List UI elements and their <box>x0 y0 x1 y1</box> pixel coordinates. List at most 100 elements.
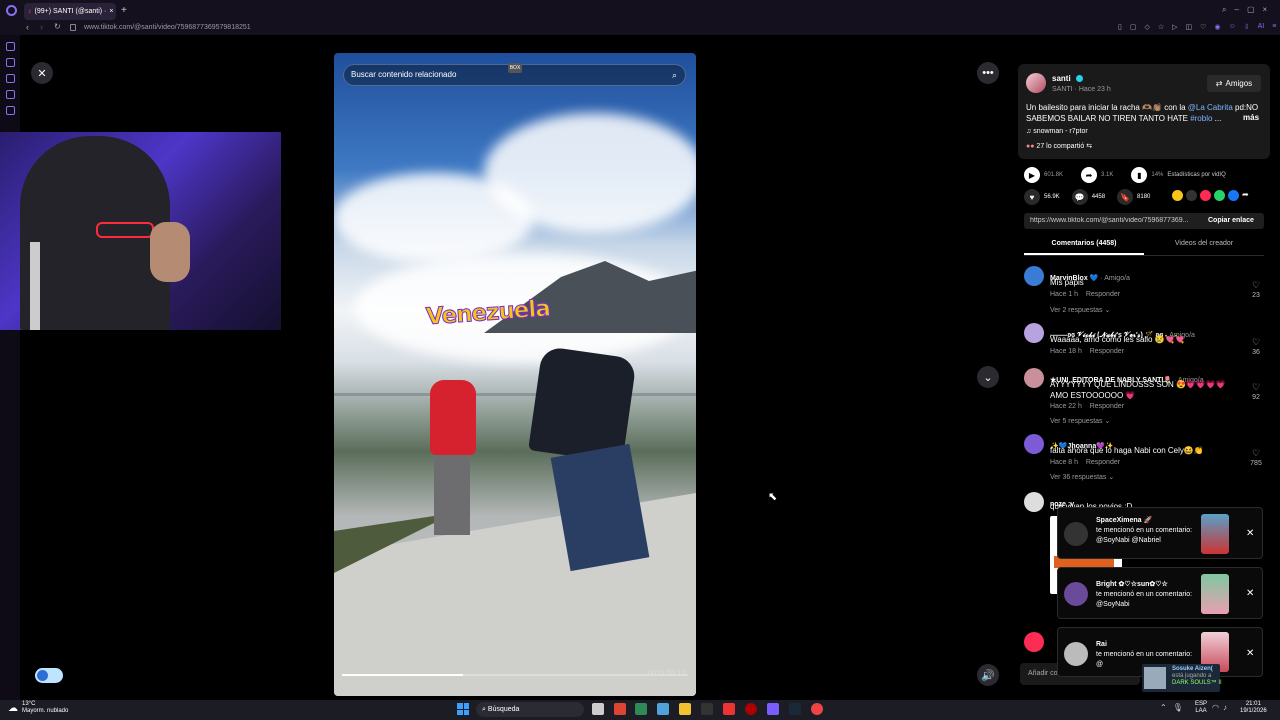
overlay-toggle[interactable] <box>35 668 63 683</box>
video-link-text[interactable]: https://www.tiktok.com/@santi/video/7596… <box>1030 217 1200 224</box>
shield-icon[interactable]: ◇ <box>1144 23 1149 31</box>
forward-icon[interactable]: › <box>40 22 43 32</box>
steam-toast[interactable]: Sosuke Aizen( está jugando a DARK SOULS™… <box>1142 664 1222 692</box>
more-link[interactable]: más <box>1243 113 1259 122</box>
comment-like-icon[interactable]: ♡ <box>1252 448 1260 459</box>
task-view-icon[interactable] <box>592 703 604 715</box>
commenter-avatar[interactable] <box>1024 434 1044 454</box>
music-row[interactable]: ♫ snowman - r7ptor <box>1026 128 1088 135</box>
extension-icon[interactable]: ▯ <box>1118 23 1122 31</box>
sidebar-icon-2[interactable] <box>6 58 15 67</box>
commenter-avatar[interactable] <box>1024 266 1044 286</box>
steam-icon[interactable] <box>789 703 801 715</box>
bookmark-icon[interactable]: 🔖 <box>1117 189 1134 205</box>
volume-icon[interactable]: ♪ <box>1223 703 1227 712</box>
download-icon[interactable]: ⇩ <box>1244 23 1250 31</box>
sidebar-icon-3[interactable] <box>6 74 15 83</box>
more-options-button[interactable]: ••• <box>977 62 999 84</box>
caption-hashtag[interactable]: #roblo <box>1190 114 1212 123</box>
app-icon[interactable] <box>614 703 626 715</box>
search-icon[interactable]: ⌕ <box>1222 5 1226 15</box>
clock[interactable]: 21:01 19/1/2026 <box>1240 701 1267 715</box>
tab-comments[interactable]: Comentarios (4458) <box>1024 240 1144 247</box>
vscode-icon[interactable] <box>657 703 669 715</box>
author-name[interactable]: santi <box>1052 74 1071 83</box>
video-player[interactable] <box>334 53 696 696</box>
wifi-icon[interactable]: ◠ <box>1212 703 1219 712</box>
discord-icon[interactable] <box>767 703 779 715</box>
shared-row[interactable]: ●● 27 lo compartió ⇆ <box>1026 142 1092 150</box>
start-button[interactable] <box>457 703 469 715</box>
author-avatar[interactable] <box>1026 73 1046 93</box>
share-arrow-icon[interactable]: ➦ <box>1242 190 1253 201</box>
volume-button[interactable]: 🔊 <box>977 664 999 686</box>
opera-icon[interactable] <box>745 703 757 715</box>
maximize-icon[interactable]: ▢ <box>1247 5 1255 15</box>
engagement-row: ♥ 56.9K 💬 4458 🔖 8180 <box>1024 189 1150 205</box>
chrome-icon[interactable] <box>811 703 823 715</box>
tab-creator-videos[interactable]: Videos del creador <box>1144 240 1264 247</box>
embed-icon[interactable] <box>1186 190 1197 201</box>
file-explorer-icon[interactable] <box>679 703 691 715</box>
bookmark-icon[interactable]: ☆ <box>1158 23 1164 31</box>
view-replies-button[interactable]: Ver 36 respuestas ⌄ <box>1050 473 1114 481</box>
new-tab-button[interactable]: + <box>121 5 127 16</box>
camera-icon[interactable]: ◫ <box>1186 23 1193 31</box>
friends-button[interactable]: ⇄ Amigos <box>1207 75 1261 92</box>
reply-button[interactable]: Responder <box>1090 348 1124 355</box>
minecraft-icon[interactable] <box>635 703 647 715</box>
reload-icon[interactable]: ↻ <box>54 22 61 31</box>
comment-like-icon[interactable]: ♡ <box>1252 280 1260 291</box>
comment-like-icon[interactable]: ♡ <box>1252 337 1260 348</box>
menu-icon[interactable]: ≡ <box>1272 23 1276 31</box>
comment-like-icon[interactable]: ♡ <box>1252 382 1260 393</box>
ai-icon[interactable]: AI <box>1258 23 1265 31</box>
close-video-button[interactable]: ✕ <box>31 62 53 84</box>
close-tab-icon[interactable]: × <box>109 8 113 15</box>
browser-tab[interactable]: ♪ (99+) SANTI (@santi) · × <box>24 3 116 20</box>
minimize-icon[interactable]: – <box>1234 5 1238 15</box>
copy-link-button[interactable]: Copiar enlace <box>1208 217 1254 224</box>
heart-icon[interactable]: ♡ <box>1200 23 1206 31</box>
app-red-icon[interactable] <box>723 703 735 715</box>
coin-icon[interactable] <box>1172 190 1183 201</box>
sidebar-icon-4[interactable] <box>6 90 15 99</box>
sidebar-icon-5[interactable] <box>6 106 15 115</box>
url-text[interactable]: www.tiktok.com/@santi/video/759687736957… <box>84 22 251 34</box>
chat-icon[interactable]: ◉ <box>1214 23 1220 31</box>
screenshot-icon[interactable]: ▢ <box>1130 23 1137 31</box>
comment-icon[interactable]: 💬 <box>1071 189 1088 205</box>
play-icon[interactable]: ▷ <box>1172 23 1177 31</box>
person-icon[interactable]: ☺ <box>1229 23 1236 31</box>
view-replies-button[interactable]: Ver 2 respuestas ⌄ <box>1050 306 1110 314</box>
commenter-avatar-partial[interactable] <box>1024 632 1044 652</box>
commenter-avatar[interactable] <box>1024 323 1044 343</box>
reply-button[interactable]: Responder <box>1090 403 1124 410</box>
next-video-button[interactable]: ⌄ <box>977 366 999 388</box>
notification-toast[interactable]: SpaceXimena 🚀 te mencionó en un comentar… <box>1057 507 1263 559</box>
capcut-icon[interactable] <box>701 703 713 715</box>
whatsapp-icon[interactable] <box>1214 190 1225 201</box>
mic-icon[interactable]: 🎙 <box>1173 703 1183 712</box>
commenter-avatar[interactable] <box>1024 492 1044 512</box>
close-notification-icon[interactable]: ✕ <box>1246 648 1254 659</box>
facebook-icon[interactable] <box>1228 190 1239 201</box>
search-icon[interactable]: ⌕ <box>672 65 677 85</box>
language-indicator[interactable]: ESP LAA <box>1195 701 1207 715</box>
taskbar-search[interactable]: ⌕ Búsqueda <box>476 702 584 717</box>
caption-mention[interactable]: @La Cabrita <box>1188 103 1233 112</box>
reply-button[interactable]: Responder <box>1086 291 1120 298</box>
like-icon[interactable]: ♥ <box>1024 189 1040 205</box>
notification-toast[interactable]: Bright ✿♡☆sun✿♡☆ te mencionó en un comen… <box>1057 567 1263 619</box>
close-notification-icon[interactable]: ✕ <box>1246 588 1254 599</box>
back-icon[interactable]: ‹ <box>26 22 29 32</box>
send-icon[interactable] <box>1200 190 1211 201</box>
view-replies-button[interactable]: Ver 5 respuestas ⌄ <box>1050 417 1110 425</box>
weather-widget[interactable]: ☁ 13°C Mayorm. nublado <box>8 701 68 715</box>
reply-button[interactable]: Responder <box>1086 459 1120 466</box>
close-notification-icon[interactable]: ✕ <box>1246 528 1254 539</box>
close-window-icon[interactable]: × <box>1263 5 1268 15</box>
sidebar-icon-1[interactable] <box>6 42 15 51</box>
commenter-avatar[interactable] <box>1024 368 1044 388</box>
chevron-up-icon[interactable]: ⌃ <box>1160 703 1167 712</box>
